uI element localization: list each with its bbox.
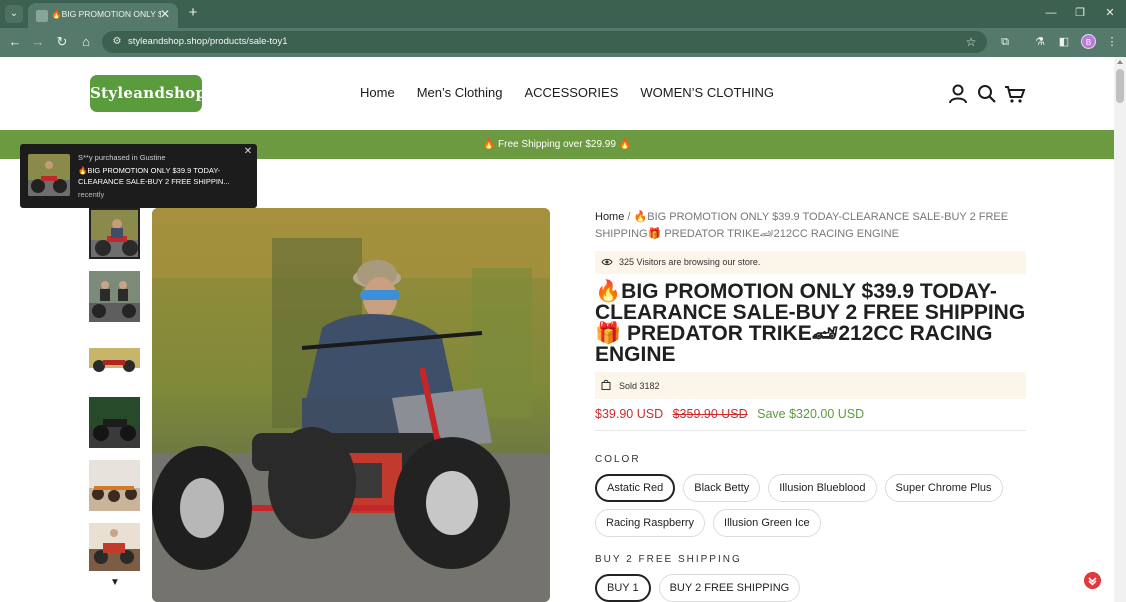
profile-avatar[interactable]: B xyxy=(1081,34,1096,49)
url-text[interactable]: styleandshop.shop/products/sale-toy1 xyxy=(128,36,288,47)
home-icon[interactable]: ⌂ xyxy=(77,33,95,51)
eye-icon xyxy=(601,258,613,266)
restore-window-icon[interactable]: ❐ xyxy=(1072,5,1088,21)
recent-purchase-popup: S**y purchased in Gustine 🔥BIG PROMOTION… xyxy=(20,144,257,208)
web-page: Styleandshop Home Men’s Clothing ACCESSO… xyxy=(0,57,1114,602)
color-options-row-1: Astatic Red Black Betty Illusion Blueblo… xyxy=(595,474,1003,502)
color-option-illusion-green-ice[interactable]: Illusion Green Ice xyxy=(713,509,821,537)
popup-product-text[interactable]: 🔥BIG PROMOTION ONLY $39.9 TODAY-CLEARANC… xyxy=(78,165,250,187)
main-product-image[interactable] xyxy=(152,208,550,602)
tab-title: 🔥BIG PROMOTION ONLY $39.9 xyxy=(51,9,161,19)
browser-toolbar: ← → ↻ ⌂ ⚙ styleandshop.shop/products/sal… xyxy=(0,28,1126,57)
breadcrumb: Home / 🔥BIG PROMOTION ONLY $39.9 TODAY-C… xyxy=(595,209,1026,243)
close-window-icon[interactable]: ✕ xyxy=(1102,5,1118,21)
scrollbar-thumb[interactable] xyxy=(1116,69,1124,103)
main-navigation: Home Men’s Clothing ACCESSORIES WOMEN’S … xyxy=(360,85,774,105)
breadcrumb-home[interactable]: Home xyxy=(595,211,624,223)
color-option-illusion-blueblood[interactable]: Illusion Blueblood xyxy=(768,474,877,502)
sold-count-text: Sold 3182 xyxy=(619,381,660,391)
visitors-text: 325 Visitors are browsing our store. xyxy=(619,257,761,267)
popup-close-icon[interactable]: ✕ xyxy=(243,147,253,157)
sold-count-notice: Sold 3182 xyxy=(595,372,1026,399)
side-panel-icon[interactable]: ◧ xyxy=(1055,33,1073,51)
breadcrumb-separator: / xyxy=(627,211,631,223)
product-title: 🔥BIG PROMOTION ONLY $39.9 TODAY-CLEARANC… xyxy=(595,280,1026,366)
nav-womens-clothing[interactable]: WOMEN’S CLOTHING xyxy=(640,85,774,105)
cart-icon[interactable] xyxy=(1004,83,1026,105)
color-option-super-chrome-plus[interactable]: Super Chrome Plus xyxy=(884,474,1003,502)
popup-time-text: recently xyxy=(78,190,105,199)
price-row: $39.90 USD $359.90 USD Save $320.00 USD xyxy=(595,407,864,421)
page-scrollbar[interactable] xyxy=(1114,57,1126,602)
bundle-option-label: BUY 2 FREE SHIPPING xyxy=(595,554,742,565)
nav-accessories[interactable]: ACCESSORIES xyxy=(524,85,618,105)
thumbnail-6[interactable] xyxy=(89,523,140,571)
price-divider xyxy=(595,430,1026,431)
tab-search-icon[interactable]: ⌄ xyxy=(5,5,23,23)
color-option-astatic-red[interactable]: Astatic Red xyxy=(595,474,676,502)
bundle-option-buy-1[interactable]: BUY 1 xyxy=(595,574,651,602)
color-options-row-2: Racing Raspberry Illusion Green Ice xyxy=(595,509,821,537)
bundle-options-row: BUY 1 BUY 2 FREE SHIPPING xyxy=(595,574,801,602)
forward-icon[interactable]: → xyxy=(29,33,47,51)
thumbnail-5[interactable] xyxy=(89,460,140,511)
back-icon[interactable]: ← xyxy=(6,33,24,51)
reload-icon[interactable]: ↻ xyxy=(53,33,71,51)
popup-buyer-text: S**y purchased in Gustine xyxy=(78,153,166,162)
breadcrumb-current: 🔥BIG PROMOTION ONLY $39.9 TODAY-CLEARANC… xyxy=(595,211,1009,240)
thumbnail-3[interactable] xyxy=(89,334,140,385)
close-tab-icon[interactable]: ✕ xyxy=(158,7,172,21)
new-tab-icon[interactable]: + xyxy=(185,5,201,21)
nav-mens-clothing[interactable]: Men’s Clothing xyxy=(417,85,503,105)
color-option-racing-raspberry[interactable]: Racing Raspberry xyxy=(595,509,706,537)
thumbnail-2[interactable] xyxy=(89,271,140,322)
store-logo[interactable]: Styleandshop xyxy=(90,75,206,112)
compare-at-price: $359.90 USD xyxy=(672,407,748,421)
chat-widget-icon[interactable] xyxy=(1084,572,1101,589)
popup-product-thumbnail xyxy=(28,154,70,196)
nav-home[interactable]: Home xyxy=(360,85,395,105)
bookmark-star-icon[interactable]: ☆ xyxy=(963,34,979,50)
scroll-up-arrow-icon[interactable] xyxy=(1117,60,1123,64)
thumbnail-1[interactable] xyxy=(89,208,140,259)
savings-amount: Save $320.00 USD xyxy=(757,407,865,421)
lab-flask-icon[interactable]: ⚗ xyxy=(1031,33,1049,51)
sale-price: $39.90 USD xyxy=(595,407,664,421)
browser-menu-icon[interactable]: ⋮ xyxy=(1103,33,1121,51)
thumbnails-down-chevron-icon[interactable]: ▼ xyxy=(108,576,122,590)
address-bar[interactable]: ⚙ styleandshop.shop/products/sale-toy1 ☆ xyxy=(102,31,987,53)
extensions-icon[interactable]: ⧉ xyxy=(996,33,1014,51)
thumbnail-4[interactable] xyxy=(89,397,140,448)
account-icon[interactable] xyxy=(947,83,969,105)
search-icon[interactable] xyxy=(976,83,998,105)
minimize-window-icon[interactable]: — xyxy=(1043,5,1059,21)
color-option-black-betty[interactable]: Black Betty xyxy=(683,474,761,502)
color-option-label: COLOR xyxy=(595,454,641,465)
tab-favicon-icon xyxy=(36,10,48,22)
browser-tab-bar: ⌄ 🔥BIG PROMOTION ONLY $39.9 ✕ + — ❐ ✕ xyxy=(0,0,1126,28)
site-info-icon[interactable]: ⚙ xyxy=(110,35,124,49)
visitors-notice: 325 Visitors are browsing our store. xyxy=(595,251,1026,274)
shopping-bag-icon xyxy=(601,379,611,390)
browser-tab[interactable]: 🔥BIG PROMOTION ONLY $39.9 ✕ xyxy=(28,3,178,28)
bundle-option-buy-2[interactable]: BUY 2 FREE SHIPPING xyxy=(658,574,801,602)
